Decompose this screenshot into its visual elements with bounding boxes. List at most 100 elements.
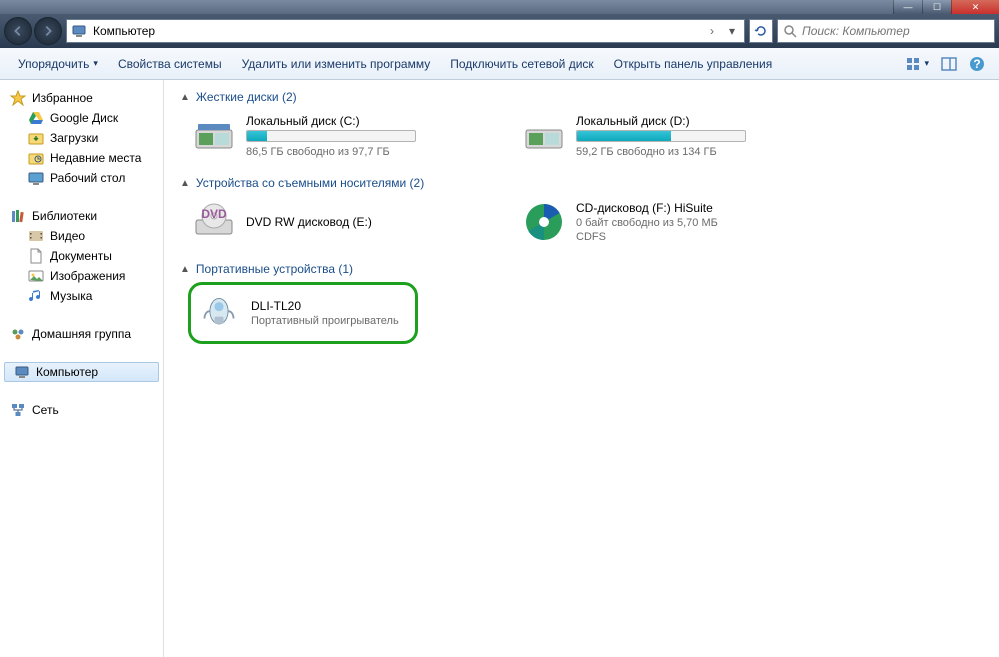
sidebar-item-label: Google Диск [50, 111, 118, 125]
drive-free: 0 байт свободно из 5,70 МБ [576, 217, 718, 229]
view-button[interactable]: ▾ [899, 52, 935, 76]
forward-button[interactable] [34, 17, 62, 45]
hard-drive-icon [192, 114, 236, 158]
help-icon: ? [969, 56, 985, 72]
video-icon [28, 228, 44, 244]
documents-icon [28, 248, 44, 264]
cd-drive-icon [522, 200, 566, 244]
section-title: Жесткие диски (2) [196, 90, 297, 104]
section-header[interactable]: ▲ Устройства со съемными носителями (2) [180, 176, 983, 190]
sidebar-item-music[interactable]: Музыка [0, 286, 163, 306]
collapse-icon: ▲ [180, 264, 190, 275]
sidebar-item-label: Недавние места [50, 151, 141, 165]
sidebar-item-documents[interactable]: Документы [0, 246, 163, 266]
map-drive-button[interactable]: Подключить сетевой диск [440, 53, 603, 75]
sidebar-item-label: Изображения [50, 269, 125, 283]
collapse-icon: ▲ [180, 178, 190, 189]
chevron-down-icon: ▾ [924, 58, 929, 69]
breadcrumb-separator[interactable]: › [706, 24, 718, 38]
drive-d[interactable]: Локальный диск (D:) 59,2 ГБ свободно из … [518, 110, 828, 162]
search-input[interactable] [802, 24, 990, 38]
portable-player-icon [197, 291, 241, 335]
organize-button[interactable]: Упорядочить ▾ [8, 53, 108, 75]
computer-icon [14, 364, 30, 380]
drive-c[interactable]: Локальный диск (C:) 86,5 ГБ свободно из … [188, 110, 498, 162]
sidebar-item-label: Компьютер [36, 365, 98, 379]
favorites-group: Избранное Google Диск Загрузки Недавние … [0, 88, 163, 188]
close-button[interactable]: ✕ [951, 0, 999, 14]
sidebar-homegroup[interactable]: Домашняя группа [0, 324, 163, 344]
address-bar[interactable]: Компьютер › ▾ [66, 19, 745, 43]
libraries-group: Библиотеки Видео Документы Изображения М… [0, 206, 163, 306]
sidebar-item-label: Избранное [32, 91, 93, 105]
network-group: Сеть [0, 400, 163, 420]
svg-text:?: ? [973, 57, 980, 71]
sidebar: Избранное Google Диск Загрузки Недавние … [0, 80, 164, 657]
device-name: DLI-TL20 [251, 299, 399, 313]
chevron-down-icon: ▾ [93, 58, 98, 69]
arrow-left-icon [11, 24, 25, 38]
search-icon [782, 23, 798, 39]
star-icon [10, 90, 26, 106]
sidebar-item-pictures[interactable]: Изображения [0, 266, 163, 286]
drive-name: CD-дисковод (F:) HiSuite [576, 201, 718, 215]
downloads-icon [28, 130, 44, 146]
collapse-icon: ▲ [180, 92, 190, 103]
dvd-drive-icon: DVD [192, 200, 236, 244]
homegroup-icon [10, 326, 26, 342]
dvd-drive[interactable]: DVD DVD RW дисковод (E:) [188, 196, 498, 248]
sidebar-item-video[interactable]: Видео [0, 226, 163, 246]
disk-usage-bar [246, 130, 416, 142]
section-header[interactable]: ▲ Портативные устройства (1) [180, 262, 983, 276]
portable-device[interactable]: DLI-TL20 Портативный проигрыватель [188, 282, 418, 344]
sidebar-libraries[interactable]: Библиотеки [0, 206, 163, 226]
section-hard-drives: ▲ Жесткие диски (2) Локальный диск (C:) … [180, 90, 983, 162]
help-button[interactable]: ? [963, 52, 991, 76]
section-header[interactable]: ▲ Жесткие диски (2) [180, 90, 983, 104]
back-button[interactable] [4, 17, 32, 45]
maximize-button[interactable]: ☐ [922, 0, 951, 14]
sidebar-item-recent[interactable]: Недавние места [0, 148, 163, 168]
drive-fs: CDFS [576, 231, 718, 243]
uninstall-program-button[interactable]: Удалить или изменить программу [232, 53, 441, 75]
sidebar-item-label: Библиотеки [32, 209, 97, 223]
pane-icon [941, 56, 957, 72]
sidebar-item-downloads[interactable]: Загрузки [0, 128, 163, 148]
system-properties-button[interactable]: Свойства системы [108, 53, 232, 75]
desktop-icon [28, 170, 44, 186]
sidebar-favorites[interactable]: Избранное [0, 88, 163, 108]
sidebar-item-label: Документы [50, 249, 112, 263]
cd-drive[interactable]: CD-дисковод (F:) HiSuite 0 байт свободно… [518, 196, 828, 248]
sidebar-item-label: Домашняя группа [32, 327, 131, 341]
address-dropdown[interactable]: ▾ [724, 24, 740, 38]
drive-name: Локальный диск (D:) [576, 114, 746, 128]
address-path: Компьютер [93, 24, 700, 38]
titlebar: — ☐ ✕ [0, 0, 999, 14]
sidebar-item-desktop[interactable]: Рабочий стол [0, 168, 163, 188]
disk-usage-bar [576, 130, 746, 142]
section-title: Устройства со съемными носителями (2) [196, 176, 424, 190]
gdrive-icon [28, 110, 44, 126]
sidebar-item-gdrive[interactable]: Google Диск [0, 108, 163, 128]
hard-drive-icon [522, 114, 566, 158]
refresh-button[interactable] [749, 19, 773, 43]
recent-icon [28, 150, 44, 166]
drive-free: 86,5 ГБ свободно из 97,7 ГБ [246, 146, 416, 158]
sidebar-item-label: Музыка [50, 289, 92, 303]
svg-text:DVD: DVD [201, 207, 227, 221]
preview-pane-button[interactable] [935, 52, 963, 76]
sidebar-item-label: Сеть [32, 403, 59, 417]
homegroup-group: Домашняя группа [0, 324, 163, 344]
minimize-button[interactable]: — [893, 0, 922, 14]
sidebar-computer[interactable]: Компьютер [4, 362, 159, 382]
drive-name: Локальный диск (C:) [246, 114, 416, 128]
control-panel-button[interactable]: Открыть панель управления [604, 53, 783, 75]
section-title: Портативные устройства (1) [196, 262, 353, 276]
sidebar-item-label: Загрузки [50, 131, 98, 145]
sidebar-network[interactable]: Сеть [0, 400, 163, 420]
libraries-icon [10, 208, 26, 224]
section-removable: ▲ Устройства со съемными носителями (2) … [180, 176, 983, 248]
section-portable: ▲ Портативные устройства (1) DLI-TL20 По… [180, 262, 983, 344]
main-content: ▲ Жесткие диски (2) Локальный диск (C:) … [164, 80, 999, 657]
search-box[interactable] [777, 19, 995, 43]
